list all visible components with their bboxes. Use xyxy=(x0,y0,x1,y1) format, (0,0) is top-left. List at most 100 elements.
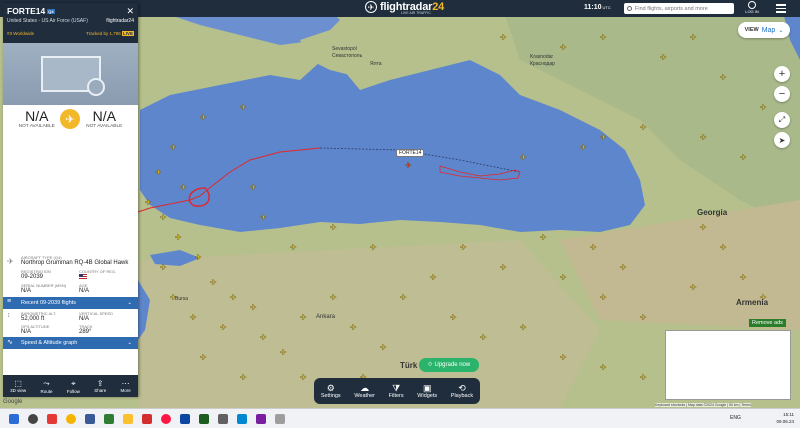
map-attribution[interactable]: Keyboard shortcuts | Map data ©2024 Goog… xyxy=(655,403,751,407)
app-icon-3[interactable] xyxy=(218,413,228,424)
history-icon: ≡ xyxy=(7,298,12,305)
remove-ads-button[interactable]: Remove ads xyxy=(749,319,786,327)
graph-icon: ∿ xyxy=(7,339,13,346)
app-icon-5[interactable] xyxy=(256,413,266,424)
start-icon[interactable] xyxy=(9,413,19,424)
svg-text:✈: ✈ xyxy=(690,283,697,292)
svg-text:✈: ✈ xyxy=(580,143,587,152)
logo-plane-icon: ✈ xyxy=(365,1,377,13)
filters-button[interactable]: ⧩ Filters xyxy=(389,383,404,399)
share-button[interactable]: ⇪ Share xyxy=(94,379,106,393)
more-button[interactable]: ⋯ More xyxy=(121,379,131,393)
serial-value: N/A xyxy=(21,288,32,294)
app-icon-6[interactable] xyxy=(275,413,285,424)
svg-text:✈: ✈ xyxy=(460,243,467,252)
label-ankara: Ankara xyxy=(316,314,336,320)
svg-text:✈: ✈ xyxy=(160,213,167,222)
speed-altitude-graph-button[interactable]: ∿ Speed & Altitude graph ⌄ xyxy=(3,337,138,349)
widgets-icon: ▣ xyxy=(422,383,432,393)
svg-text:✈: ✈ xyxy=(520,323,527,332)
label-sevastopol: Sevastopol xyxy=(332,46,357,52)
yandex-icon[interactable] xyxy=(47,413,57,424)
settings-button[interactable]: ⚙ Settings xyxy=(321,383,341,399)
svg-text:✈: ✈ xyxy=(260,213,267,222)
app-icon-4[interactable] xyxy=(237,413,247,424)
route-icon: ⤳ xyxy=(43,378,50,388)
svg-text:✈: ✈ xyxy=(240,103,247,112)
aircraft-type[interactable]: Northrop Grumman RQ-4B Global Hawk xyxy=(21,260,134,266)
widgets-button[interactable]: ▣ Widgets xyxy=(417,383,437,399)
svg-text:✈: ✈ xyxy=(300,313,307,322)
zoom-in-button[interactable]: + xyxy=(774,66,790,82)
google-logo: Google xyxy=(3,399,23,405)
chevron-down-icon: ⌄ xyxy=(778,27,784,34)
logo[interactable]: ✈ flightradar24 LIVE AIR TRAFFIC xyxy=(365,1,444,15)
filter-icon: ⧩ xyxy=(392,383,401,393)
svg-text:✈: ✈ xyxy=(720,243,727,252)
user-icon xyxy=(748,1,756,9)
route-button[interactable]: ⤳ Route xyxy=(41,379,53,394)
flight-detail-panel: FORTE14 Q4 United States - US Air Force (… xyxy=(3,3,138,397)
pdf-icon[interactable] xyxy=(142,413,152,424)
compass-icon[interactable]: ➤ xyxy=(774,132,790,148)
svg-text:✈: ✈ xyxy=(330,293,337,302)
app-icon[interactable] xyxy=(85,413,95,424)
rank-text: #3 Worldwide xyxy=(7,31,35,36)
svg-text:✈: ✈ xyxy=(290,243,297,252)
chevron-down-icon: ⌄ xyxy=(127,300,132,306)
system-clock[interactable]: 15:11 09.06.24 xyxy=(776,411,794,425)
search-placeholder: Find flights, airports and more xyxy=(635,5,708,12)
weather-button[interactable]: ☁ Weather xyxy=(354,383,375,399)
speed-graph-label: Speed & Altitude graph xyxy=(21,340,78,346)
login-label: LOG IN xyxy=(745,9,759,14)
hamburger-menu-icon[interactable] xyxy=(776,4,786,15)
search-icon[interactable] xyxy=(28,413,38,424)
app-icon-2[interactable] xyxy=(104,413,114,424)
login-button[interactable]: LOG IN xyxy=(744,1,760,14)
airplane-icon: ✈ xyxy=(60,109,80,129)
svg-text:✈: ✈ xyxy=(620,263,627,272)
language-indicator[interactable]: ENG xyxy=(730,415,741,421)
follow-button[interactable]: ⌖ Follow xyxy=(67,379,80,394)
label-krasnodar: Krasnodar xyxy=(530,54,553,60)
type-badge: Q4 xyxy=(47,9,55,15)
svg-text:✈: ✈ xyxy=(740,153,747,162)
svg-text:✈: ✈ xyxy=(190,313,197,322)
view-label: VIEW xyxy=(744,27,759,33)
svg-text:✈: ✈ xyxy=(560,43,567,52)
playback-button[interactable]: ⟲ Playback xyxy=(451,383,473,399)
fullscreen-icon[interactable]: ⤢ xyxy=(774,112,790,128)
svg-text:✈: ✈ xyxy=(600,363,607,372)
search-input[interactable]: Find flights, airports and more xyxy=(624,3,734,14)
view-mode-button[interactable]: VIEW Map ⌄ xyxy=(738,22,790,38)
aircraft-info-icon: ✈ xyxy=(7,257,14,266)
zoom-out-button[interactable]: − xyxy=(774,86,790,102)
view-value: Map xyxy=(761,26,776,34)
folder-icon[interactable] xyxy=(123,413,133,424)
upgrade-button[interactable]: ⟐ Upgrade now xyxy=(419,358,479,372)
svg-text:✈: ✈ xyxy=(540,233,547,242)
opera-icon[interactable] xyxy=(161,413,171,424)
svg-text:✈: ✈ xyxy=(240,373,247,382)
svg-text:✈: ✈ xyxy=(590,243,597,252)
selected-flight-label[interactable]: FORTE14 xyxy=(396,149,425,157)
share-icon: ⇪ xyxy=(96,379,104,388)
close-icon[interactable]: ✕ xyxy=(126,6,134,17)
label-sevastopol-ru: Севастополь xyxy=(332,53,363,59)
playback-icon: ⟲ xyxy=(458,383,466,393)
dest-code: N/A xyxy=(92,108,116,124)
svg-text:✈: ✈ xyxy=(250,303,257,312)
excel-icon[interactable] xyxy=(199,413,209,424)
chrome-icon[interactable] xyxy=(66,413,76,424)
svg-text:✈: ✈ xyxy=(560,273,567,282)
panel-header: FORTE14 Q4 United States - US Air Force (… xyxy=(3,3,138,43)
svg-text:✈: ✈ xyxy=(600,33,607,42)
svg-text:✈: ✈ xyxy=(740,273,747,282)
recent-flights-button[interactable]: ≡ Recent 09-2039 flights ⌄ xyxy=(3,297,138,309)
svg-text:✈: ✈ xyxy=(640,123,647,132)
svg-text:✈: ✈ xyxy=(500,263,507,272)
svg-text:✈: ✈ xyxy=(450,313,457,322)
registration-value[interactable]: 09-2039 xyxy=(21,274,73,280)
3d-view-button[interactable]: ⬚ 3D view xyxy=(10,379,26,393)
word-icon[interactable] xyxy=(180,413,190,424)
